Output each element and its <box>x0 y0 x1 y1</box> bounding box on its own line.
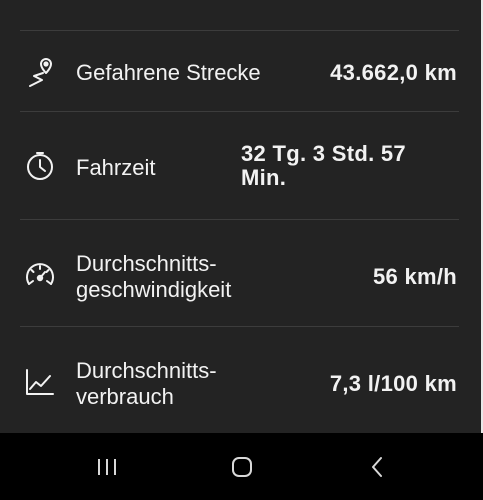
route-pin-icon <box>22 55 58 91</box>
back-icon[interactable] <box>357 447 397 487</box>
stat-value-distance: 43.662,0 km <box>330 60 457 85</box>
stat-value-driving-time: 32 Tg. 3 Std. 57 Min. <box>241 141 406 190</box>
stat-row-avg-speed: Durchschnitts-geschwindigkeit 56 km/h <box>0 220 483 326</box>
stat-row-driving-time: Fahrzeit 32 Tg. 3 Std. 57 Min. <box>0 112 483 219</box>
consumption-chart-icon <box>22 364 58 400</box>
stat-value-avg-speed: 56 km/h <box>372 264 457 289</box>
stat-row-distance: Gefahrene Strecke 43.662,0 km <box>0 31 483 111</box>
stat-label-avg-consumption: Durchschnitts-verbrauch <box>76 358 217 409</box>
stat-row-avg-consumption: Durchschnitts-verbrauch 7,3 l/100 km <box>0 327 483 433</box>
stat-label-distance: Gefahrene Strecke <box>76 60 261 85</box>
speedometer-icon <box>22 257 58 293</box>
stat-value-avg-consumption: 7,3 l/100 km <box>329 371 457 396</box>
stat-label-driving-time: Fahrzeit <box>76 155 156 180</box>
trip-stats-panel: Gefahrene Strecke 43.662,0 km Fahrzeit 3… <box>0 0 483 433</box>
recents-icon[interactable] <box>87 447 127 487</box>
stat-label-avg-speed: Durchschnitts-geschwindigkeit <box>76 251 232 302</box>
clock-icon <box>22 148 58 184</box>
home-icon[interactable] <box>222 447 262 487</box>
system-navigation-bar <box>0 433 483 500</box>
